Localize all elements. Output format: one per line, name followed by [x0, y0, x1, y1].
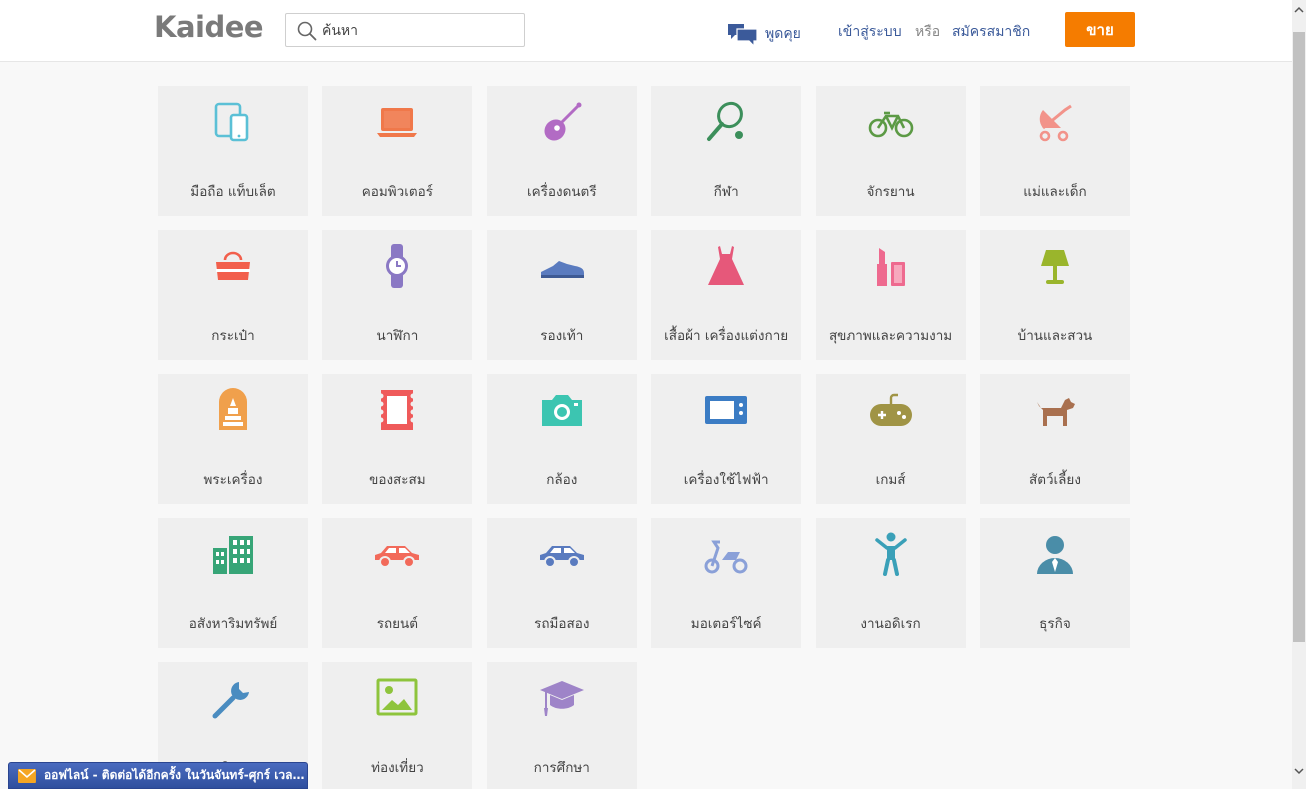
category-label: ธุรกิจ — [1039, 616, 1071, 632]
mail-icon — [18, 768, 36, 783]
category-hobby[interactable]: งานอดิเรก — [815, 518, 966, 648]
search-input[interactable] — [322, 20, 518, 42]
category-grid: มือถือ แท็บเล็ต คอมพิวเตอร์ เครื่องดนตรี… — [158, 86, 1130, 789]
category-car[interactable]: รถยนต์ — [322, 518, 473, 648]
category-label: จักรยาน — [866, 184, 915, 200]
register-link[interactable]: สมัครสมาชิก — [952, 21, 1030, 43]
vertical-scrollbar[interactable] — [1292, 0, 1306, 789]
category-label: ท่องเที่ยว — [371, 760, 424, 776]
category-label: กล้อง — [546, 472, 578, 488]
category-camera[interactable]: กล้อง — [486, 374, 637, 504]
mobile-tablet-icon — [214, 102, 249, 142]
header: Kaidee พูดคุย เข้าสู่ระบบ หรือ สมัครสมาช… — [0, 0, 1292, 62]
category-label: เครื่องดนตรี — [526, 184, 597, 200]
microwave-icon — [705, 396, 748, 424]
category-home-garden[interactable]: บ้านและสวน — [979, 230, 1130, 360]
category-appliance[interactable]: เครื่องใช้ไฟฟ้า — [651, 374, 802, 504]
offline-status-text: ออฟไลน์ - ติดต่อได้อีกครั้ง ในวันจันทร์-… — [43, 768, 307, 782]
gamepad-icon — [869, 393, 912, 426]
category-label: อสังหาริมทรัพย์ — [188, 616, 278, 632]
stamp-icon — [378, 390, 416, 430]
category-label: เครื่องใช้ไฟฟ้า — [683, 472, 769, 488]
category-label: บ้านและสวน — [1017, 328, 1093, 344]
handbag-icon — [216, 251, 250, 280]
category-label: สัตว์เลี้ยง — [1028, 472, 1081, 488]
dress-icon — [708, 246, 745, 285]
chat-bubbles-icon — [728, 24, 758, 48]
building-icon — [213, 536, 253, 574]
category-label: มอเตอร์ไซค์ — [690, 616, 762, 632]
offline-chat-bar[interactable]: ออฟไลน์ - ติดต่อได้อีกครั้ง ในวันจันทร์-… — [8, 762, 308, 789]
shoe-icon — [540, 261, 584, 278]
lamp-icon — [1040, 250, 1069, 284]
category-label: แม่และเด็ก — [1023, 184, 1087, 200]
stroller-icon — [1039, 104, 1072, 142]
category-travel[interactable]: ท่องเที่ยว — [322, 662, 473, 789]
chat-link[interactable]: พูดคุย — [727, 20, 801, 48]
category-used-car[interactable]: รถมือสอง — [486, 518, 637, 648]
amulet-icon — [219, 388, 247, 430]
login-link[interactable]: เข้าสู่ระบบ — [838, 21, 902, 43]
category-bicycle[interactable]: จักรยาน — [815, 86, 966, 216]
category-motorcycle[interactable]: มอเตอร์ไซค์ — [651, 518, 802, 648]
category-music[interactable]: เครื่องดนตรี — [486, 86, 637, 216]
kaidee-logo[interactable]: Kaidee — [154, 10, 264, 44]
scroll-up-arrow[interactable] — [1292, 0, 1306, 18]
category-amulet[interactable]: พระเครื่อง — [158, 374, 308, 504]
lipstick-icon — [876, 248, 905, 286]
category-education[interactable]: การศึกษา — [486, 662, 637, 789]
category-label: เสื้อผ้า เครื่องแต่งกาย — [664, 328, 789, 344]
search-icon — [297, 21, 317, 41]
graduation-cap-icon — [539, 681, 584, 716]
category-computer[interactable]: คอมพิวเตอร์ — [322, 86, 473, 216]
category-label: กระเป๋า — [211, 328, 255, 344]
laptop-icon — [377, 108, 418, 137]
category-label: กีฬา — [713, 184, 739, 200]
category-business[interactable]: ธุรกิจ — [979, 518, 1130, 648]
category-label: การศึกษา — [533, 760, 590, 776]
guitar-icon — [544, 102, 582, 141]
category-label: เกมส์ — [875, 472, 906, 488]
camera-icon — [541, 395, 582, 426]
category-shoes[interactable]: รองเท้า — [486, 230, 637, 360]
category-watch[interactable]: นาฬิกา — [322, 230, 473, 360]
car-icon — [375, 546, 420, 568]
category-clothing[interactable]: เสื้อผ้า เครื่องแต่งกาย — [651, 230, 802, 360]
category-label: งานอดิเรก — [860, 616, 921, 632]
category-label: คอมพิวเตอร์ — [361, 184, 434, 200]
category-label: พระเครื่อง — [203, 472, 263, 488]
category-real-estate[interactable]: อสังหาริมทรัพย์ — [158, 518, 308, 648]
person-icon — [874, 532, 907, 576]
scroll-down-arrow[interactable] — [1292, 762, 1306, 780]
category-label: รถยนต์ — [376, 616, 419, 632]
scrollbar-thumb[interactable] — [1293, 32, 1305, 642]
scooter-icon — [704, 540, 748, 574]
used-car-icon — [539, 546, 584, 568]
category-pets[interactable]: สัตว์เลี้ยง — [979, 374, 1130, 504]
category-games[interactable]: เกมส์ — [815, 374, 966, 504]
category-label: ของสะสม — [369, 472, 426, 488]
category-mother-baby[interactable]: แม่และเด็ก — [979, 86, 1130, 216]
category-label: นาฬิกา — [376, 328, 419, 344]
category-label: รองเท้า — [540, 328, 584, 344]
or-text: หรือ — [915, 24, 941, 40]
wrench-icon — [212, 682, 249, 719]
category-mobile-tablet[interactable]: มือถือ แท็บเล็ต — [158, 86, 308, 216]
category-sports[interactable]: กีฬา — [651, 86, 802, 216]
watch-icon — [386, 244, 409, 288]
search-box[interactable] — [285, 13, 525, 47]
chat-label: พูดคุย — [765, 26, 801, 42]
category-label: สุขภาพและความงาม — [828, 328, 953, 344]
category-label: รถมือสอง — [534, 616, 590, 632]
category-bags[interactable]: กระเป๋า — [158, 230, 308, 360]
businessman-icon — [1036, 536, 1073, 574]
bicycle-icon — [868, 111, 913, 138]
picture-icon — [376, 678, 418, 716]
dog-icon — [1036, 398, 1075, 426]
tennis-racket-icon — [707, 101, 744, 141]
category-health-beauty[interactable]: สุขภาพและความงาม — [815, 230, 966, 360]
category-label: มือถือ แท็บเล็ต — [190, 184, 276, 200]
sell-button[interactable]: ขาย — [1065, 12, 1135, 47]
category-collectibles[interactable]: ของสะสม — [322, 374, 473, 504]
